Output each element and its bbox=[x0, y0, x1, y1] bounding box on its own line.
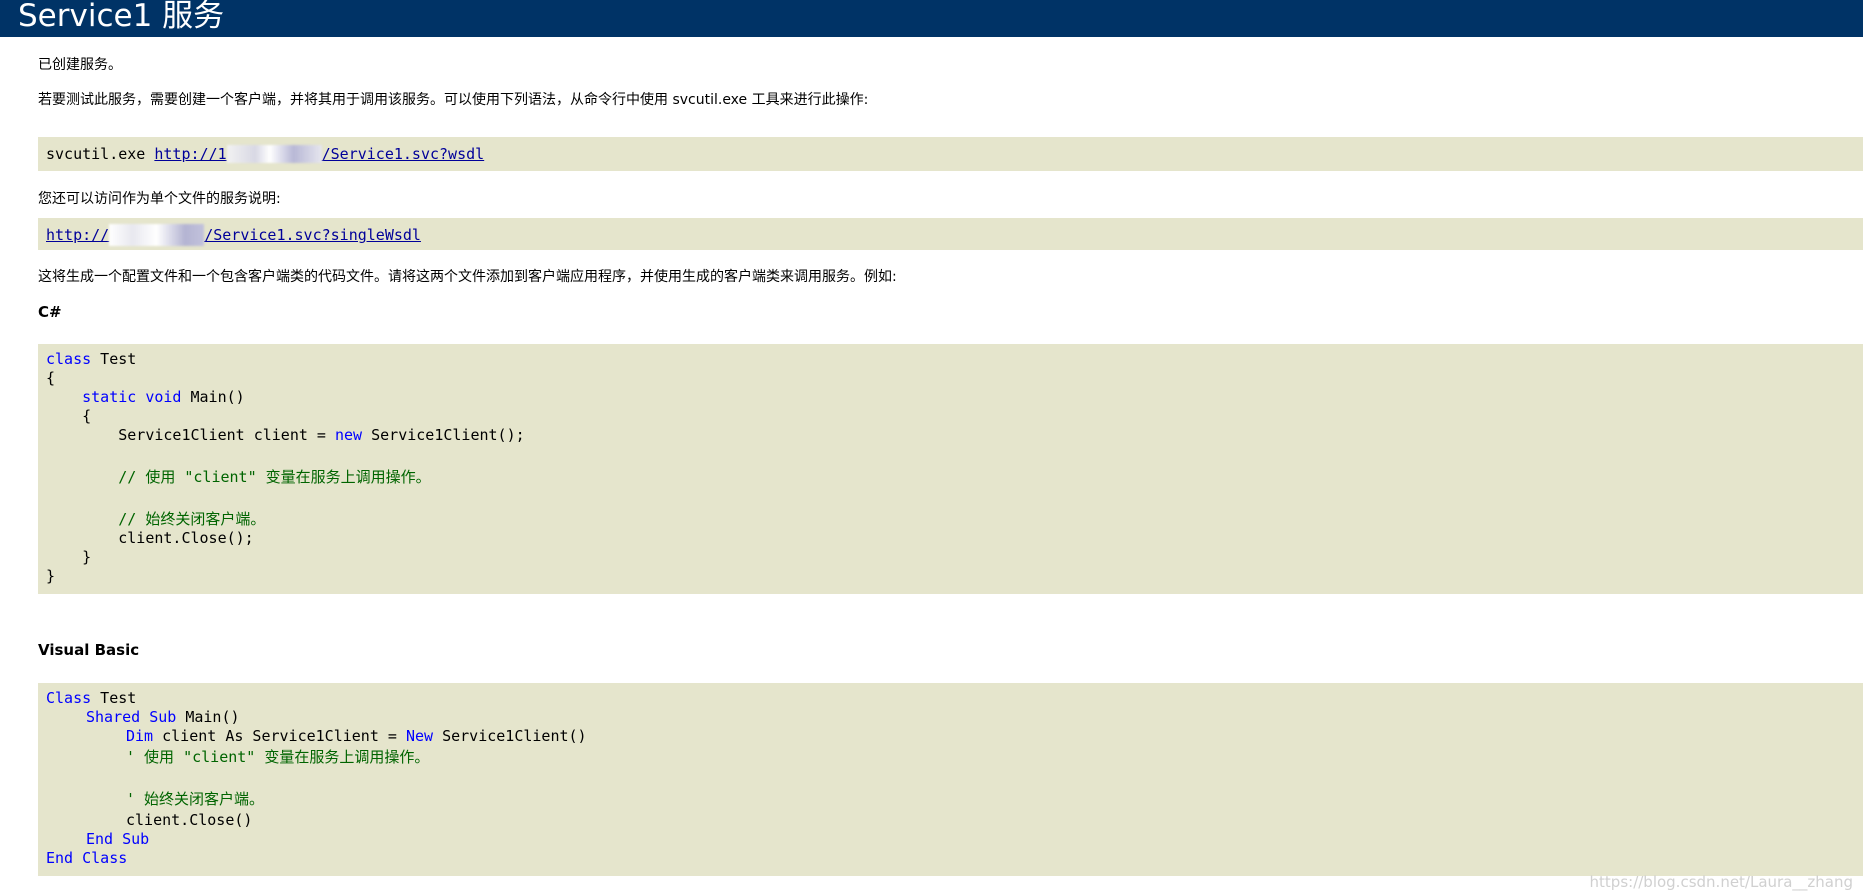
keyword: Shared bbox=[86, 708, 141, 726]
page-title: Service1 服务 bbox=[18, 0, 225, 34]
svcutil-command: svcutil.exe bbox=[46, 145, 146, 163]
generate-text: 这将生成一个配置文件和一个包含客户端类的代码文件。请将这两个文件添加到客户端应用… bbox=[38, 269, 897, 285]
code-text: Service1Client client = bbox=[46, 426, 335, 444]
watermark: https://blog.csdn.net/Laura__zhang bbox=[1589, 873, 1853, 891]
keyword: End bbox=[86, 830, 114, 848]
keyword: Dim bbox=[126, 727, 154, 745]
code-text: Service1Client(); bbox=[362, 426, 525, 444]
svcutil-command-box: svcutil.exe http://1/Service1.svc?wsdl bbox=[38, 137, 1863, 171]
code-line: End Sub bbox=[86, 830, 149, 849]
single-wsdl-prefix: http:// bbox=[46, 226, 110, 244]
wsdl-link-suffix: /Service1.svc?wsdl bbox=[321, 145, 485, 163]
csharp-heading: C# bbox=[38, 303, 62, 321]
header-bar: Service1 服务 bbox=[0, 0, 1863, 37]
vb-heading: Visual Basic bbox=[38, 641, 140, 659]
code-line: Class Test bbox=[46, 689, 136, 708]
keyword: Sub bbox=[149, 708, 177, 726]
redacted-host bbox=[109, 224, 205, 246]
vb-code-block: Class Test Shared Sub Main() Dim client … bbox=[38, 683, 1863, 876]
svcutil-command-line: svcutil.exe http://1/Service1.svc?wsdl bbox=[46, 145, 484, 164]
keyword: End bbox=[46, 849, 74, 867]
code-line: Service1Client client = new Service1Clie… bbox=[46, 426, 525, 445]
csharp-code-block: class Test { static void Main() { Servic… bbox=[38, 344, 1863, 594]
code-text: client As Service1Client = bbox=[153, 727, 406, 745]
service-created-text: 已创建服务。 bbox=[38, 57, 122, 73]
code-text: Test bbox=[91, 689, 137, 707]
single-wsdl-box: http:// /Service1.svc?singleWsdl bbox=[38, 218, 1863, 250]
keyword: New bbox=[405, 727, 434, 745]
code-line: client.Close(); bbox=[46, 529, 254, 547]
keyword: Class bbox=[46, 689, 92, 707]
code-line: client.Close() bbox=[126, 811, 253, 829]
code-line: static void Main() bbox=[46, 388, 245, 407]
single-file-text: 您还可以访问作为单个文件的服务说明: bbox=[38, 191, 281, 207]
keyword: void bbox=[145, 388, 182, 406]
wsdl-link[interactable]: http://1/Service1.svc?wsdl bbox=[154, 145, 484, 163]
keyword: Sub bbox=[122, 830, 150, 848]
code-line: } bbox=[46, 548, 92, 566]
redacted-host bbox=[226, 145, 322, 163]
code-line: Dim client As Service1Client = New Servi… bbox=[126, 727, 587, 746]
code-text: Main() bbox=[176, 708, 240, 726]
code-comment: ' 始终关闭客户端。 bbox=[126, 790, 265, 808]
keyword: Class bbox=[82, 849, 128, 867]
code-comment: ' 使用 "client" 变量在服务上调用操作。 bbox=[126, 748, 430, 766]
code-line: class Test bbox=[46, 350, 136, 369]
single-wsdl-suffix: /Service1.svc?singleWsdl bbox=[204, 226, 421, 244]
code-line: Shared Sub Main() bbox=[86, 708, 240, 727]
keyword: static bbox=[82, 388, 137, 406]
code-line: End Class bbox=[46, 849, 127, 868]
test-instructions-text: 若要测试此服务，需要创建一个客户端，并将其用于调用该服务。可以使用下列语法，从命… bbox=[38, 92, 869, 108]
code-text: Main() bbox=[181, 388, 245, 406]
wsdl-link-prefix: http://1 bbox=[154, 145, 227, 163]
code-line: { bbox=[46, 407, 92, 425]
single-wsdl-line: http:// /Service1.svc?singleWsdl bbox=[46, 224, 421, 246]
code-comment: // 使用 "client" 变量在服务上调用操作。 bbox=[46, 468, 431, 486]
keyword: new bbox=[334, 426, 363, 444]
code-text: Test bbox=[91, 350, 137, 368]
code-text: Service1Client() bbox=[433, 727, 587, 745]
keyword: class bbox=[46, 350, 92, 368]
code-line: } bbox=[46, 567, 56, 585]
code-comment: // 始终关闭客户端。 bbox=[46, 510, 266, 528]
code-line: { bbox=[46, 369, 56, 387]
single-wsdl-link[interactable]: http:// /Service1.svc?singleWsdl bbox=[46, 224, 421, 246]
